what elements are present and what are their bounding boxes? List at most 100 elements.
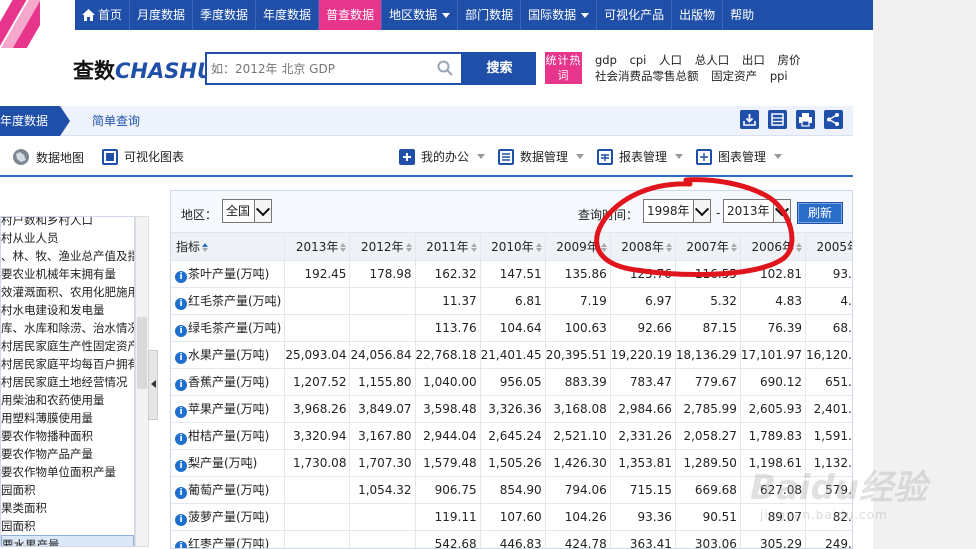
indicator-cell[interactable]: i 红毛茶产量(万吨) [171, 287, 286, 315]
nav-help[interactable]: 帮助 [723, 0, 761, 30]
chart-mgmt-menu[interactable]: 图表管理 [696, 148, 783, 165]
info-icon[interactable]: i [175, 405, 187, 418]
indicator-cell[interactable]: i 柑桔产量(万吨) [171, 422, 286, 450]
hot-word[interactable]: gdp [595, 53, 617, 67]
indicator-cell[interactable]: i 绿毛茶产量(万吨) [171, 314, 286, 342]
tree-item[interactable]: 用柴油和农药使用量 [1, 391, 134, 409]
indicator-cell[interactable]: i 香蕉产量(万吨) [171, 368, 286, 396]
collapse-panel-button[interactable] [148, 350, 158, 420]
info-icon[interactable]: i [175, 270, 187, 283]
hot-word[interactable]: ppi [770, 69, 788, 83]
indicator-cell[interactable]: i 茶叶产量(万吨) [171, 260, 286, 288]
nav-home[interactable]: 首页 [75, 0, 131, 30]
hot-word[interactable]: 人口 [659, 53, 682, 67]
nav-quarterly[interactable]: 季度数据 [193, 0, 257, 30]
indicator-cell[interactable]: i 菠萝产量(万吨) [171, 503, 286, 531]
nav-census[interactable]: 普查数据 [319, 0, 383, 30]
tree-item[interactable]: 、林、牧、渔业总产值及指 [1, 247, 134, 265]
scrollbar-thumb[interactable] [137, 317, 147, 389]
info-icon[interactable]: i [175, 540, 187, 548]
nav-monthly-label: 月度数据 [137, 8, 186, 22]
year-header[interactable]: 2013年 [284, 233, 351, 261]
hot-word[interactable]: cpi [630, 53, 647, 67]
visual-chart-button[interactable]: 可视化图表 [102, 148, 184, 165]
report-mgmt-menu[interactable]: 报表管理 [597, 148, 684, 165]
tree-item[interactable]: 村居民家庭平均每百户拥有 [1, 355, 134, 373]
my-office-menu[interactable]: 我的办公 [399, 148, 486, 165]
nav-international[interactable]: 国际数据 [521, 0, 598, 30]
hot-word[interactable]: 出口 [742, 53, 765, 67]
search-button[interactable]: 搜索 [463, 52, 536, 85]
info-icon[interactable]: i [175, 513, 187, 526]
tree-item[interactable]: 园面积 [1, 517, 134, 535]
tree-item[interactable]: 效灌溉面积、农用化肥施用 [1, 283, 134, 301]
search-input[interactable] [207, 54, 427, 83]
tree-item-selected[interactable]: 要水果产量 [1, 535, 134, 546]
year-header[interactable]: 2005年 [805, 233, 852, 261]
download-icon[interactable] [740, 110, 759, 129]
breadcrumb-sub[interactable]: 简单查询 [92, 106, 140, 136]
from-year-select[interactable]: 1998年 [643, 199, 711, 223]
indicator-cell[interactable]: i 梨产量(万吨) [171, 449, 286, 477]
indicator-cell[interactable]: i 红枣产量(万吨) [171, 530, 286, 548]
breadcrumb-current[interactable]: 年度数据 [0, 106, 70, 136]
tree-item[interactable]: 村水电建设和发电量 [1, 301, 134, 319]
indicator-cell[interactable]: i 葡萄产量(万吨) [171, 476, 286, 504]
nav-visualization[interactable]: 可视化产品 [597, 0, 673, 30]
info-icon[interactable]: i [175, 432, 187, 445]
tree-item[interactable]: 村从业人员 [1, 229, 134, 247]
info-icon[interactable]: i [175, 351, 187, 364]
indicator-header-label: 指标 [176, 239, 201, 254]
hot-word[interactable]: 总人口 [695, 53, 730, 67]
data-map-button[interactable]: 数据地图 [12, 148, 84, 166]
tree-item[interactable]: 园面积 [1, 481, 134, 499]
year-header[interactable]: 2009年 [545, 233, 611, 261]
to-year-select[interactable]: 2013年 [723, 199, 791, 223]
info-icon[interactable]: i [175, 324, 187, 337]
indicator-cell[interactable]: i 水果产量(万吨) [171, 341, 286, 369]
nav-publications[interactable]: 出版物 [672, 0, 724, 30]
nav-department[interactable]: 部门数据 [458, 0, 522, 30]
year-header[interactable]: 2012年 [349, 233, 416, 261]
nav-regional[interactable]: 地区数据 [382, 0, 459, 30]
region-select[interactable]: 全国 [222, 199, 272, 223]
hot-word[interactable]: 固定资产 [711, 69, 757, 83]
tree-item[interactable]: 要农业机械年末拥有量 [1, 265, 134, 283]
refresh-button[interactable]: 刷新 [797, 202, 843, 224]
table-view-icon[interactable] [768, 110, 787, 129]
nav-annual[interactable]: 年度数据 [256, 0, 320, 30]
search-icon[interactable] [437, 60, 453, 76]
tree-item[interactable]: 要农作物单位面积产量 [1, 463, 134, 481]
to-year-value: 2013年 [727, 204, 770, 218]
value-cell: 102.81 [740, 260, 807, 288]
tree-item[interactable]: 要农作物播种面积 [1, 427, 134, 445]
tree-item[interactable]: 用塑料薄膜使用量 [1, 409, 134, 427]
hot-word[interactable]: 房价 [778, 53, 801, 67]
tree-item[interactable]: 村居民家庭土地经营情况 [1, 373, 134, 391]
tree-item[interactable]: 果类面积 [1, 499, 134, 517]
hot-word[interactable]: 社会消费品零售总额 [595, 69, 699, 83]
info-icon[interactable]: i [175, 486, 187, 499]
indicator-cell[interactable]: i 苹果产量(万吨) [171, 395, 286, 423]
tree-item[interactable]: 要农作物产品产量 [1, 445, 134, 463]
value-cell: 424.78 [545, 530, 611, 548]
year-header[interactable]: 2008年 [610, 233, 676, 261]
year-header[interactable]: 2006年 [740, 233, 807, 261]
tree-item[interactable]: 村居民家庭生产性固定资产 [1, 337, 134, 355]
year-header[interactable]: 2011年 [415, 233, 481, 261]
year-header[interactable]: 2010年 [480, 233, 546, 261]
tree-item[interactable]: 村户数和乡村人口 [1, 217, 134, 229]
info-icon[interactable]: i [175, 378, 187, 391]
tree-item[interactable]: 库、水库和除涝、治水情况 [1, 319, 134, 337]
print-icon[interactable] [796, 110, 815, 129]
year-header[interactable]: 2007年 [675, 233, 741, 261]
tree-scrollbar[interactable] [135, 216, 149, 547]
info-icon[interactable]: i [175, 459, 187, 472]
indicator-header[interactable]: 指标 [171, 233, 286, 261]
data-mgmt-menu[interactable]: 数据管理 [498, 148, 585, 165]
info-icon[interactable]: i [175, 297, 187, 310]
nav-monthly[interactable]: 月度数据 [130, 0, 194, 30]
share-icon[interactable] [824, 110, 843, 129]
site-logo[interactable]: 查数CHASHU [73, 55, 214, 85]
value-cell: 1,040.00 [415, 368, 481, 396]
